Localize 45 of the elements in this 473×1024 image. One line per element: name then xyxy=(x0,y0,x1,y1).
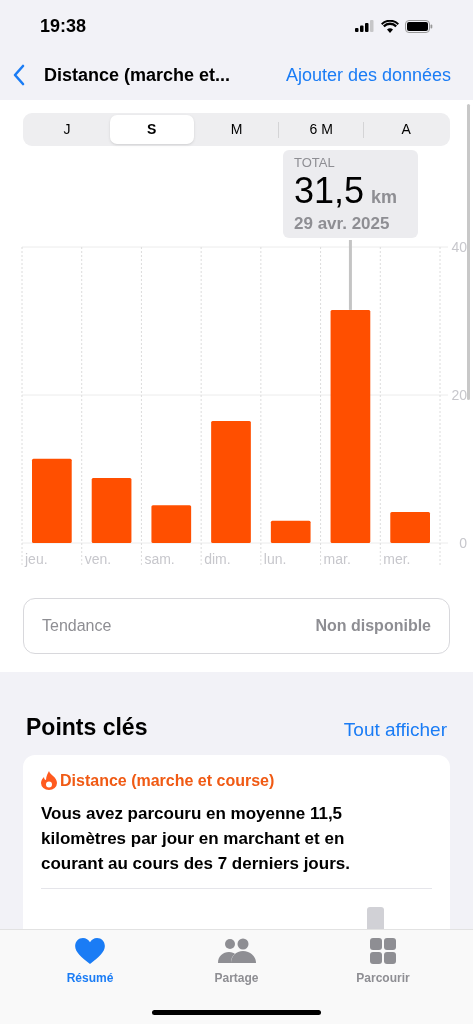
axis-label: jeu. xyxy=(25,551,48,567)
axis-label: mer. xyxy=(383,551,411,567)
axis-label: mar. xyxy=(323,551,351,567)
tooltip-value: 31,5 xyxy=(294,172,365,209)
signal-icon xyxy=(355,20,375,32)
trend-value: Non disponible xyxy=(315,616,431,636)
back-icon[interactable] xyxy=(12,64,26,86)
show-all-link[interactable]: Tout afficher xyxy=(343,716,447,745)
axis-label: lun. xyxy=(263,551,287,567)
trend-label: Tendance xyxy=(42,616,112,636)
battery-icon xyxy=(405,19,433,33)
segment-tab[interactable]: M xyxy=(194,115,279,144)
axis-label: dim. xyxy=(204,551,231,567)
tooltip-label: TOTAL xyxy=(294,154,336,172)
bar[interactable] xyxy=(390,511,430,543)
highlight-card[interactable]: Distance (marche et course) Vous avez parcouru en moyenne 11,5 kilomètres par jour en marchant et en courant au cours des 7 derniers jours. xyxy=(23,754,450,929)
segment-tab[interactable]: A xyxy=(364,115,448,144)
axis-label: sam. xyxy=(144,551,175,567)
heart-icon xyxy=(75,938,105,964)
flame-icon xyxy=(41,771,57,790)
bar[interactable] xyxy=(270,520,311,543)
status-time: 19:38 xyxy=(40,14,87,38)
axis-label: 20 xyxy=(451,387,467,403)
axis-label: 0 xyxy=(459,535,467,551)
card-category: Distance (marche et course) xyxy=(60,770,275,791)
wifi-icon xyxy=(381,19,399,33)
tab-bar-item[interactable]: Résumé xyxy=(50,938,130,988)
axis-label: ven. xyxy=(84,551,112,567)
bar[interactable] xyxy=(330,309,371,543)
add-data-link[interactable]: Ajouter des données xyxy=(285,61,451,89)
mini-chart-bar xyxy=(367,906,384,929)
segment-tab[interactable]: J xyxy=(25,115,109,144)
bar[interactable] xyxy=(151,505,192,543)
nav-title: Distance (marche et... xyxy=(44,63,231,87)
card-text: Vous avez parcouru en moyenne 11,5 kilomètres par jour en marchant et en courant au cours des 7 derniers jours. xyxy=(41,802,351,875)
tooltip-date: 29 avr. 2025 xyxy=(294,212,391,235)
bar[interactable] xyxy=(91,477,132,543)
section-title: Points clés xyxy=(26,713,148,742)
segment-tab[interactable]: 6 M xyxy=(279,115,364,144)
tooltip-unit: km xyxy=(371,187,398,206)
leader-line xyxy=(348,240,352,310)
axis-label: 40 xyxy=(451,240,467,255)
segment-tab[interactable]: S xyxy=(109,115,194,144)
people-icon xyxy=(217,938,256,964)
grid-icon xyxy=(370,938,396,964)
